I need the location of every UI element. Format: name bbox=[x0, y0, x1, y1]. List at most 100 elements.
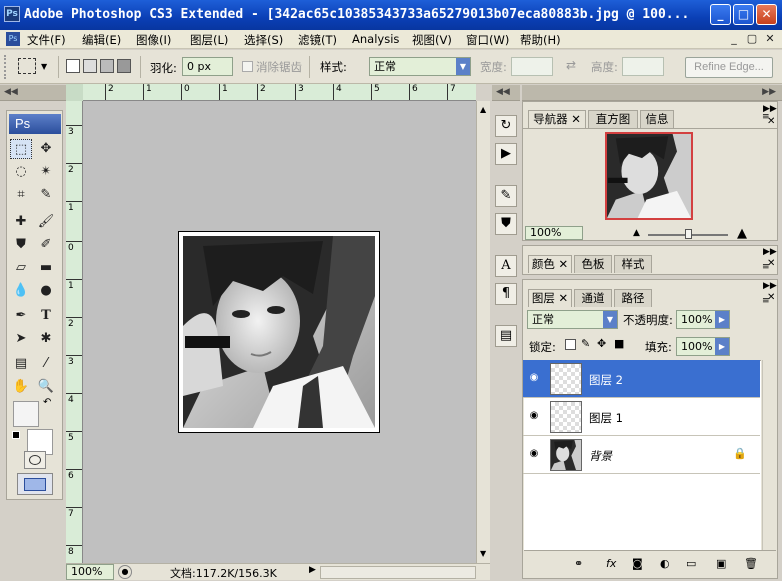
horizontal-scrollbar[interactable] bbox=[320, 566, 476, 579]
default-colors-icon[interactable] bbox=[12, 431, 20, 439]
new-layer-icon[interactable]: ▣ bbox=[716, 557, 726, 570]
scroll-up-icon[interactable]: ▲ bbox=[480, 105, 486, 114]
lock-position-icon[interactable]: ✥ bbox=[597, 337, 606, 350]
magic-wand-tool-icon[interactable]: ✴ bbox=[35, 162, 57, 182]
pen-tool-icon[interactable]: ✒ bbox=[10, 306, 32, 326]
menu-select[interactable]: 选择(S) bbox=[244, 32, 283, 48]
gradient-tool-icon[interactable]: ▬ bbox=[35, 258, 57, 278]
layers-scrollbar[interactable] bbox=[762, 360, 776, 550]
menu-file[interactable]: 文件(F) bbox=[27, 32, 66, 48]
eyedropper-tool-icon[interactable]: ⁄ bbox=[35, 354, 57, 374]
zoom-level-input[interactable]: 100% bbox=[66, 564, 114, 580]
refine-edge-button[interactable]: Refine Edge... bbox=[685, 57, 773, 78]
blend-mode-select[interactable]: 正常 ▼ bbox=[527, 310, 618, 329]
visibility-eye-icon[interactable]: ◉ bbox=[527, 448, 541, 460]
tab-paths[interactable]: 路径 bbox=[614, 289, 652, 307]
foreground-color-swatch[interactable] bbox=[13, 401, 39, 427]
horizontal-ruler[interactable]: 2 1 0 1 2 3 4 5 6 7 bbox=[83, 84, 476, 101]
feather-input[interactable]: 0 px bbox=[182, 57, 233, 76]
maximize-button[interactable]: □ bbox=[733, 4, 754, 25]
layer-mask-icon[interactable]: ◙ bbox=[632, 557, 643, 570]
link-layers-icon[interactable]: ⚭ bbox=[574, 557, 583, 570]
eraser-tool-icon[interactable]: ▱ bbox=[10, 258, 32, 278]
dodge-tool-icon[interactable]: ● bbox=[35, 281, 57, 301]
add-selection-icon[interactable] bbox=[83, 59, 97, 73]
swap-dimensions-icon[interactable]: ⇄ bbox=[566, 58, 576, 72]
adjustment-layer-icon[interactable]: ◐ bbox=[660, 557, 670, 570]
menu-view[interactable]: 视图(V) bbox=[412, 32, 452, 48]
paragraph-panel-icon[interactable]: ¶ bbox=[495, 283, 517, 305]
layer-comps-panel-icon[interactable]: ▤ bbox=[495, 325, 517, 347]
path-selection-icon[interactable]: ➤ bbox=[10, 329, 32, 349]
screen-mode-icon[interactable] bbox=[17, 473, 53, 495]
menu-analysis[interactable]: Analysis bbox=[352, 32, 399, 46]
tab-info[interactable]: 信息 bbox=[640, 110, 674, 128]
height-input[interactable] bbox=[622, 57, 664, 76]
fill-input[interactable]: 100% ▶ bbox=[676, 337, 730, 356]
actions-panel-icon[interactable]: ▶ bbox=[495, 143, 517, 165]
options-grip[interactable] bbox=[4, 55, 8, 79]
zoom-tool-icon[interactable]: 🔍 bbox=[35, 377, 57, 397]
status-info-icon[interactable]: ● bbox=[118, 565, 132, 579]
tab-color[interactable]: 颜色 ✕ bbox=[528, 255, 572, 273]
doc-restore-button[interactable]: ▢ bbox=[744, 32, 760, 46]
antialias-checkbox[interactable] bbox=[242, 61, 253, 72]
intersect-selection-icon[interactable] bbox=[117, 59, 131, 73]
doc-close-button[interactable]: ✕ bbox=[762, 32, 778, 46]
style-select[interactable]: 正常 ▼ bbox=[369, 57, 471, 76]
menu-layer[interactable]: 图层(L) bbox=[190, 32, 228, 48]
history-panel-icon[interactable]: ↻ bbox=[495, 115, 517, 137]
tab-navigator[interactable]: 导航器 ✕ bbox=[528, 110, 586, 128]
new-group-icon[interactable]: ▭ bbox=[686, 557, 696, 570]
new-selection-icon[interactable] bbox=[66, 59, 80, 73]
character-panel-icon[interactable]: A bbox=[495, 255, 517, 277]
visibility-eye-icon[interactable]: ◉ bbox=[527, 372, 541, 384]
collapse-panel-icon[interactable]: ▶▶ bbox=[763, 281, 777, 291]
menu-help[interactable]: 帮助(H) bbox=[520, 32, 561, 48]
document-icon[interactable]: Ps bbox=[6, 32, 20, 46]
vertical-ruler[interactable]: 3 2 1 0 1 2 3 4 5 6 7 8 bbox=[66, 101, 83, 563]
type-tool-icon[interactable]: T bbox=[35, 306, 57, 326]
panel-menu-icon[interactable]: ≡ bbox=[762, 262, 770, 272]
swap-colors-icon[interactable]: ↶ bbox=[43, 397, 51, 408]
menu-edit[interactable]: 编辑(E) bbox=[82, 32, 121, 48]
scroll-down-icon[interactable]: ▼ bbox=[480, 549, 486, 558]
document-image[interactable] bbox=[178, 231, 380, 433]
blur-tool-icon[interactable]: 💧 bbox=[10, 281, 32, 301]
layer-row[interactable]: ◉ 背景 🔒 bbox=[523, 436, 760, 474]
quick-mask-icon[interactable] bbox=[24, 451, 46, 469]
minimize-button[interactable]: _ bbox=[710, 4, 731, 25]
delete-layer-icon[interactable]: 🗑 bbox=[744, 557, 758, 570]
mini-dock-strip[interactable]: ◀◀ bbox=[492, 85, 520, 101]
subtract-selection-icon[interactable] bbox=[100, 59, 114, 73]
visibility-eye-icon[interactable]: ◉ bbox=[527, 410, 541, 422]
doc-minimize-button[interactable]: _ bbox=[726, 32, 742, 46]
marquee-tool-icon[interactable]: ⬚ bbox=[10, 139, 32, 159]
layer-row[interactable]: ◉ 图层 2 bbox=[523, 360, 760, 398]
zoom-in-icon[interactable]: ▲ bbox=[737, 226, 747, 241]
lock-pixels-icon[interactable]: ✎ bbox=[581, 337, 590, 350]
lock-transparency-icon[interactable] bbox=[565, 339, 576, 350]
slice-tool-icon[interactable]: ✎ bbox=[35, 185, 57, 205]
panel-menu-icon[interactable]: ≡ bbox=[762, 296, 770, 306]
panels-dock-strip[interactable]: ▶▶ bbox=[522, 85, 782, 101]
zoom-out-icon[interactable]: ▲ bbox=[633, 228, 640, 238]
tool-preset-dropdown-icon[interactable]: ▼ bbox=[41, 62, 47, 71]
brush-tool-icon[interactable]: 🖌 bbox=[35, 212, 57, 232]
zoom-slider-thumb[interactable] bbox=[685, 229, 692, 239]
tab-styles[interactable]: 样式 bbox=[614, 255, 652, 273]
collapse-panel-icon[interactable]: ▶▶ bbox=[763, 247, 777, 257]
width-input[interactable] bbox=[511, 57, 553, 76]
history-brush-icon[interactable]: ✐ bbox=[35, 235, 57, 255]
menu-window[interactable]: 窗口(W) bbox=[466, 32, 509, 48]
move-tool-icon[interactable]: ✥ bbox=[35, 139, 57, 159]
close-button[interactable]: ✕ bbox=[756, 4, 777, 25]
tab-channels[interactable]: 通道 bbox=[574, 289, 612, 307]
lasso-tool-icon[interactable]: ◌ bbox=[10, 162, 32, 182]
opacity-input[interactable]: 100% ▶ bbox=[676, 310, 730, 329]
hand-tool-icon[interactable]: ✋ bbox=[10, 377, 32, 397]
menu-filter[interactable]: 滤镜(T) bbox=[298, 32, 337, 48]
status-menu-arrow-icon[interactable]: ▶ bbox=[309, 565, 316, 575]
menu-image[interactable]: 图像(I) bbox=[136, 32, 171, 48]
toolbox-dock-strip[interactable]: ◀◀ bbox=[0, 85, 66, 101]
